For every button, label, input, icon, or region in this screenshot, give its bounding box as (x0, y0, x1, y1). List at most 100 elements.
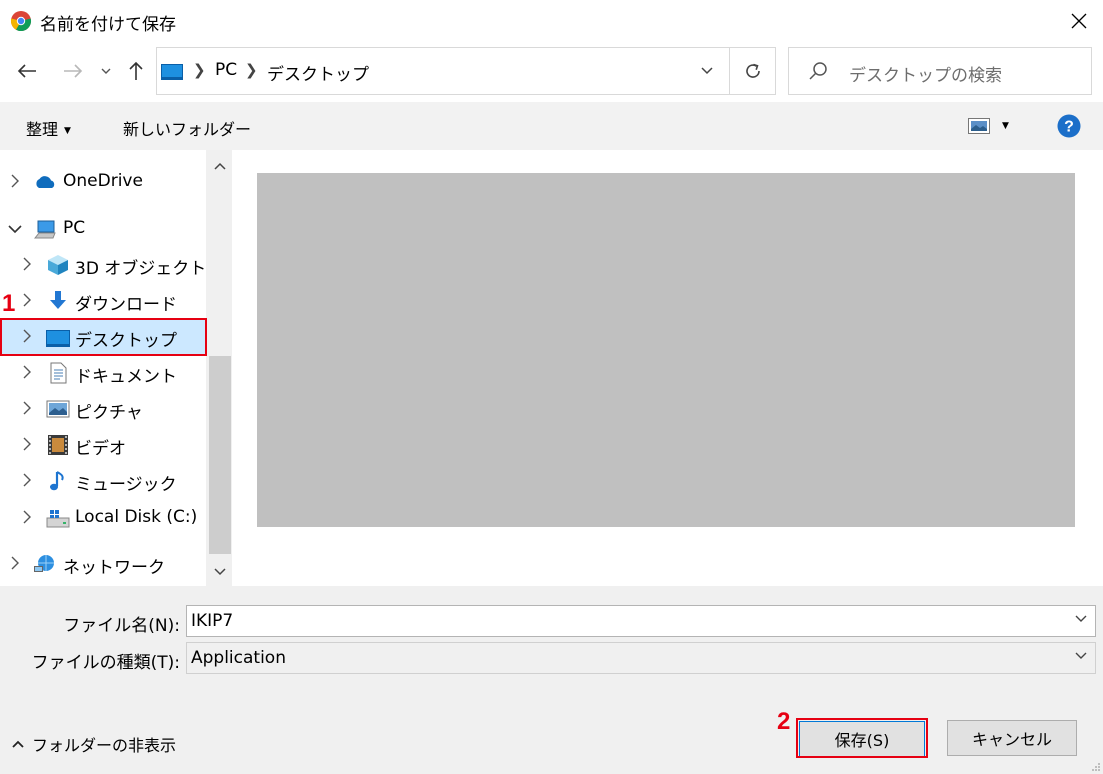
back-button[interactable] (10, 56, 44, 86)
music-icon (50, 471, 64, 491)
chevron-right-icon (23, 437, 31, 451)
scrollbar-thumb[interactable] (209, 356, 231, 554)
back-arrow-icon (17, 64, 36, 78)
caret-down-icon: ▼ (1002, 121, 1009, 131)
cloud-icon (36, 176, 55, 188)
disk-icon (46, 510, 70, 528)
sidebar-item-desktop[interactable]: デスクトップ (0, 320, 206, 354)
chevron-right-icon (23, 365, 31, 379)
sidebar-item-pictures[interactable]: ピクチャ (0, 392, 206, 426)
filename-input[interactable]: IKIP7 (186, 605, 1096, 637)
step-marker-1: 1 (2, 290, 16, 317)
chevron-up-icon (12, 740, 24, 748)
sidebar-item-label: Local Disk (C:) (75, 507, 198, 527)
up-button[interactable] (120, 56, 152, 86)
refresh-button[interactable] (729, 48, 775, 94)
chevron-down-icon (1075, 652, 1087, 659)
chevron-right-icon (23, 293, 31, 307)
filename-value: IKIP7 (191, 611, 234, 631)
filetype-label: ファイルの種類(T): (31, 653, 180, 673)
chevron-right-icon (23, 329, 31, 343)
address-bar[interactable]: ❯ PC ❯ デスクトップ (156, 47, 776, 95)
sidebar-item-local-disk[interactable]: Local Disk (C:) (0, 501, 206, 535)
sidebar-item-documents[interactable]: ドキュメント (0, 356, 206, 390)
sidebar-item-pc[interactable]: PC (0, 212, 206, 246)
search-icon (807, 60, 829, 86)
navigation-bar: ❯ PC ❯ デスクトップ デスクトップの検索 (0, 42, 1103, 102)
scroll-up-button[interactable] (212, 158, 228, 174)
computer-icon (33, 220, 56, 239)
sidebar-item-label: デスクトップ (75, 331, 177, 351)
network-icon (34, 555, 54, 572)
chevron-right-icon (11, 556, 19, 570)
redacted-content-placeholder (257, 173, 1075, 527)
new-folder-button[interactable]: 新しいフォルダー (123, 116, 251, 140)
picture-icon (46, 400, 70, 418)
sidebar-item-label: ピクチャ (75, 403, 143, 423)
cube-icon (48, 255, 68, 275)
sidebar-item-label: 3D オブジェクト (75, 259, 207, 279)
forward-arrow-icon (64, 64, 83, 78)
chrome-app-icon (10, 11, 32, 32)
forward-button[interactable] (56, 56, 90, 86)
chevron-down-icon (101, 68, 111, 74)
help-button[interactable]: ? (1057, 114, 1081, 142)
breadcrumb-pc[interactable]: PC (215, 60, 237, 80)
download-icon (50, 291, 66, 309)
sidebar-item-onedrive[interactable]: OneDrive (0, 165, 206, 199)
cancel-button[interactable]: キャンセル (947, 720, 1077, 756)
save-form-panel: ファイル名(N): IKIP7 ファイルの種類(T): Application … (0, 586, 1103, 774)
chevron-right-icon (23, 510, 31, 524)
desktop-icon (161, 64, 183, 80)
file-list-area[interactable] (234, 150, 1103, 586)
command-toolbar: 整理 ▼ 新しいフォルダー ▼ ? (0, 102, 1103, 150)
close-button[interactable] (1060, 6, 1098, 36)
sidebar-item-downloads[interactable]: ダウンロード (0, 284, 206, 318)
scroll-down-button[interactable] (212, 564, 228, 580)
sidebar-item-3d-objects[interactable]: 3D オブジェクト (0, 248, 206, 282)
chevron-up-icon (214, 162, 226, 170)
filetype-value: Application (191, 648, 286, 668)
breadcrumb-desktop[interactable]: デスクトップ (267, 60, 369, 85)
chevron-right-icon (23, 257, 31, 271)
filename-label: ファイル名(N): (63, 616, 180, 636)
resize-grip-icon[interactable] (1091, 762, 1101, 772)
breadcrumb-separator-icon: ❯ (245, 61, 258, 79)
desktop-icon (46, 330, 70, 347)
help-icon: ? (1057, 114, 1081, 138)
document-icon (50, 362, 67, 384)
search-placeholder: デスクトップの検索 (849, 66, 1002, 86)
caret-down-icon: ▼ (64, 126, 71, 136)
video-icon (48, 435, 68, 455)
save-button[interactable]: 保存(S) (799, 721, 925, 757)
sidebar-item-label: ネットワーク (63, 558, 165, 578)
sidebar-item-music[interactable]: ミュージック (0, 464, 206, 498)
address-dropdown-button[interactable] (687, 48, 727, 94)
organize-menu[interactable]: 整理 ▼ (26, 116, 71, 140)
view-options-button[interactable]: ▼ (968, 118, 1009, 134)
chevron-down-icon (701, 67, 713, 75)
sidebar-item-label: ビデオ (75, 439, 126, 459)
sidebar-item-label: PC (63, 218, 86, 238)
chevron-right-icon (23, 473, 31, 487)
up-arrow-icon (129, 61, 143, 80)
chevron-right-icon (11, 174, 19, 188)
filetype-select[interactable]: Application (186, 642, 1096, 674)
chevron-down-icon (1075, 615, 1087, 622)
sidebar-item-label: ドキュメント (75, 367, 177, 387)
chevron-down-icon (214, 568, 226, 576)
chevron-down-icon (8, 225, 22, 234)
chevron-right-icon (23, 401, 31, 415)
window-title: 名前を付けて保存 (40, 15, 176, 35)
hide-folders-label: フォルダーの非表示 (32, 736, 177, 755)
new-folder-label: 新しいフォルダー (123, 120, 252, 139)
close-icon (1071, 13, 1087, 29)
sidebar-item-videos[interactable]: ビデオ (0, 428, 206, 462)
cancel-button-label: キャンセル (971, 730, 1052, 749)
sidebar-scrollbar[interactable] (206, 150, 232, 586)
sidebar-item-label: ミュージック (75, 475, 177, 495)
hide-folders-toggle[interactable]: フォルダーの非表示 (12, 732, 176, 756)
recent-locations-button[interactable] (96, 56, 116, 86)
sidebar-item-network[interactable]: ネットワーク (0, 547, 206, 581)
search-box[interactable]: デスクトップの検索 (788, 47, 1092, 95)
